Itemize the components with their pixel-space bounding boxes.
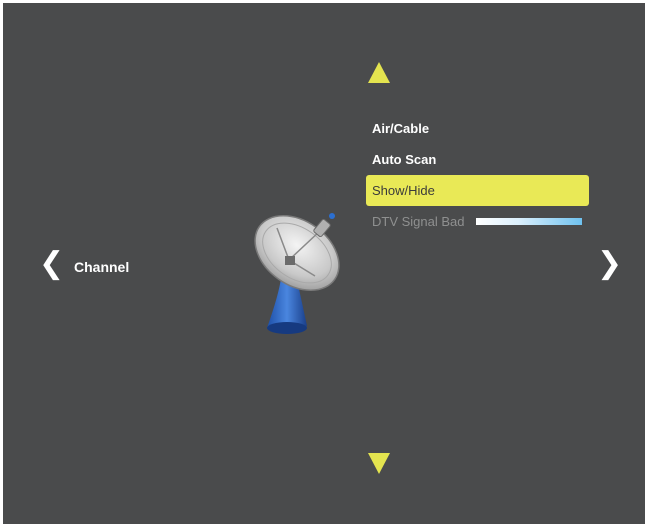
- menu-item-label: DTV Signal Bad: [372, 214, 465, 229]
- menu-item-label: Auto Scan: [372, 152, 437, 167]
- scroll-up-arrow-icon[interactable]: [368, 62, 390, 83]
- satellite-dish-icon: [254, 213, 340, 334]
- scroll-down-arrow-icon[interactable]: [368, 453, 390, 474]
- previous-category-arrow-icon[interactable]: ❮: [39, 247, 64, 281]
- menu-item-auto-scan[interactable]: Auto Scan: [366, 144, 589, 175]
- tv-menu-screen: ❮ Channel Air/Cable Auto Scan Show/Hide …: [3, 3, 645, 524]
- menu-item-label: Show/Hide: [372, 183, 435, 198]
- menu-item-dtv-signal: DTV Signal Bad: [366, 206, 589, 237]
- menu-item-air-cable[interactable]: Air/Cable: [366, 113, 589, 144]
- menu-item-show-hide[interactable]: Show/Hide: [366, 175, 589, 206]
- next-category-arrow-icon[interactable]: ❯: [597, 247, 622, 281]
- menu-item-label: Air/Cable: [372, 121, 430, 136]
- signal-strength-bar: [476, 218, 582, 225]
- category-title: Channel: [74, 259, 130, 275]
